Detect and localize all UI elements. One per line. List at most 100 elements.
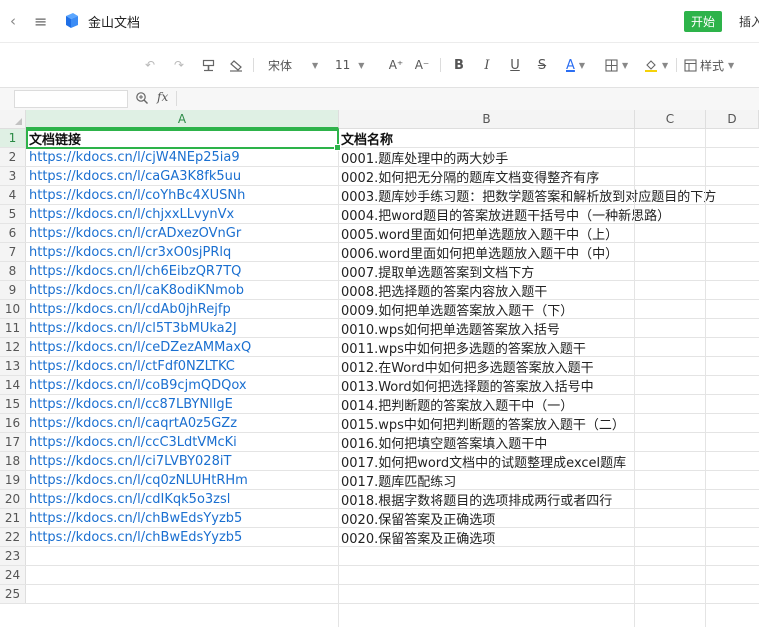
cell-link[interactable]: https://kdocs.cn/l/caqrtA0z5GZz	[26, 414, 338, 432]
cell-link[interactable]: https://kdocs.cn/l/cr3xO0sjPRlq	[26, 243, 338, 261]
clear-format-icon[interactable]	[228, 55, 244, 75]
cell-title[interactable]: 0012.在Word中如何把多选题答案放入题干	[338, 357, 594, 376]
row-number[interactable]: 23	[0, 547, 26, 565]
row-number[interactable]: 20	[0, 490, 26, 508]
style-button[interactable]: 样式 ▼	[684, 55, 734, 75]
cell-title[interactable]: 0017.如何把word文档中的试题整理成excel题库	[338, 452, 626, 471]
cell-title[interactable]: 0020.保留答案及正确选项	[338, 528, 495, 547]
cell-title[interactable]: 0006.word里面如何把单选题放入题干中（中）	[338, 243, 618, 262]
cell-link[interactable]	[26, 547, 338, 565]
row-number[interactable]: 9	[0, 281, 26, 299]
format-painter-icon[interactable]	[200, 55, 216, 75]
name-box[interactable]	[14, 90, 128, 108]
cell-link[interactable]: https://kdocs.cn/l/ch6EibzQR7TQ	[26, 262, 338, 280]
cell-link[interactable]: https://kdocs.cn/l/cjW4NEp25ia9	[26, 148, 338, 166]
row-number[interactable]: 22	[0, 528, 26, 546]
row-number[interactable]: 8	[0, 262, 26, 280]
cell-link[interactable]: https://kdocs.cn/l/cdAb0jhRejfp	[26, 300, 338, 318]
cell-title[interactable]: 0011.wps中如何把多选题的答案放入题干	[338, 338, 586, 357]
cell-link[interactable]	[26, 585, 338, 603]
decrease-font-button[interactable]: A⁻	[414, 55, 430, 75]
cell-title[interactable]: 0003.题库妙手练习题：把数学题答案和解析放到对应题目的下方	[338, 186, 716, 205]
tab-insert[interactable]: 插入	[739, 11, 759, 32]
row-number[interactable]: 13	[0, 357, 26, 375]
cell-title[interactable]: 0017.题库匹配练习	[338, 471, 456, 490]
zoom-icon[interactable]	[135, 91, 149, 108]
cell-link[interactable]: https://kdocs.cn/l/ceDZezAMMaxQ	[26, 338, 338, 356]
cell-title[interactable]: 0008.把选择题的答案内容放入题干	[338, 281, 547, 300]
underline-button[interactable]: U	[508, 55, 522, 75]
row-number[interactable]: 11	[0, 319, 26, 337]
border-button[interactable]: ▼	[605, 55, 628, 75]
cell-title[interactable]: 0001.题库处理中的两大妙手	[338, 148, 508, 167]
row-number[interactable]: 4	[0, 186, 26, 204]
row-number[interactable]: 5	[0, 205, 26, 223]
cell-link[interactable]: https://kdocs.cn/l/ccC3LdtVMcKi	[26, 433, 338, 451]
cell-title[interactable]: 0007.提取单选题答案到文档下方	[338, 262, 534, 281]
font-name-select[interactable]: 宋体 ▼	[268, 55, 318, 75]
header-cell-title[interactable]: 文档名称	[338, 129, 393, 148]
column-header-b[interactable]: B	[339, 110, 635, 129]
row-number[interactable]: 3	[0, 167, 26, 185]
tab-start[interactable]: 开始	[684, 11, 722, 32]
row-number[interactable]: 18	[0, 452, 26, 470]
cell-title[interactable]: 0010.wps如何把单选题答案放入括号	[338, 319, 560, 338]
column-header-a[interactable]: A	[26, 110, 339, 129]
cell-link[interactable]: https://kdocs.cn/l/chBwEdsYyzb5	[26, 528, 338, 546]
row-number[interactable]: 21	[0, 509, 26, 527]
font-size-select[interactable]: 11 ▼	[335, 55, 364, 75]
cell-link[interactable]: https://kdocs.cn/l/cl5T3bMUka2J	[26, 319, 338, 337]
spreadsheet-grid[interactable]: A B C D 1 文档链接 文档名称 2 https://kdocs.cn/l/cjW…	[0, 110, 759, 627]
cell-title[interactable]: 0005.word里面如何把单选题放入题干中（上）	[338, 224, 618, 243]
row-number[interactable]: 7	[0, 243, 26, 261]
row-number[interactable]: 1	[0, 129, 26, 147]
cell-link[interactable]: https://kdocs.cn/l/caK8odiKNmob	[26, 281, 338, 299]
cell-title[interactable]: 0018.根据字数将题目的选项排成两行或者四行	[338, 490, 612, 509]
row-number[interactable]: 17	[0, 433, 26, 451]
cell-title[interactable]: 0013.Word如何把选择题的答案放入括号中	[338, 376, 594, 395]
selected-cell-a1[interactable]	[26, 129, 341, 151]
cell-title[interactable]: 0016.如何把填空题答案填入题干中	[338, 433, 547, 452]
cell-link[interactable]: https://kdocs.cn/l/chBwEdsYyzb5	[26, 509, 338, 527]
cell-link[interactable]: https://kdocs.cn/l/cc87LBYNllgE	[26, 395, 338, 413]
fill-handle[interactable]	[334, 144, 341, 151]
increase-font-button[interactable]: A⁺	[388, 55, 404, 75]
cell-title[interactable]: 0004.把word题目的答案放进题干括号中（一种新思路）	[338, 205, 670, 224]
cell-link[interactable]: https://kdocs.cn/l/coB9cjmQDQox	[26, 376, 338, 394]
cell-title[interactable]: 0009.如何把单选题答案放入题干（下）	[338, 300, 573, 319]
row-number[interactable]: 25	[0, 585, 26, 603]
undo-icon[interactable]: ↶	[143, 55, 157, 75]
redo-icon[interactable]: ↷	[172, 55, 186, 75]
row-number[interactable]: 10	[0, 300, 26, 318]
cell-title[interactable]: 0015.wps中如何把判断题的答案放入题干（二）	[338, 414, 625, 433]
font-color-button[interactable]: A ▼	[566, 55, 585, 75]
cell-link[interactable]: https://kdocs.cn/l/ctFdf0NZLTKC	[26, 357, 338, 375]
cell-link[interactable]: https://kdocs.cn/l/ci7LVBY028iT	[26, 452, 338, 470]
cell-link[interactable]	[26, 566, 338, 584]
row-number[interactable]: 2	[0, 148, 26, 166]
fill-color-button[interactable]: ▼	[644, 55, 668, 75]
cell-link[interactable]: https://kdocs.cn/l/crADxezOVnGr	[26, 224, 338, 242]
column-header-c[interactable]: C	[635, 110, 706, 129]
row-number[interactable]: 6	[0, 224, 26, 242]
bold-button[interactable]: B	[452, 55, 466, 75]
row-number[interactable]: 12	[0, 338, 26, 356]
cell-link[interactable]: https://kdocs.cn/l/cq0zNLUHtRHm	[26, 471, 338, 489]
column-header-d[interactable]: D	[706, 110, 759, 129]
cell-link[interactable]: https://kdocs.cn/l/caGA3K8fk5uu	[26, 167, 338, 185]
row-number[interactable]: 16	[0, 414, 26, 432]
row-number[interactable]: 19	[0, 471, 26, 489]
cell-title[interactable]: 0020.保留答案及正确选项	[338, 509, 495, 528]
cell-link[interactable]: https://kdocs.cn/l/cdIKqk5o3zsl	[26, 490, 338, 508]
cell-link[interactable]: https://kdocs.cn/l/chjxxLLvynVx	[26, 205, 338, 223]
strikethrough-button[interactable]: S	[535, 55, 549, 75]
row-number[interactable]: 14	[0, 376, 26, 394]
cell-title[interactable]: 0002.如何把无分隔的题库文档变得整齐有序	[338, 167, 599, 186]
italic-button[interactable]: I	[480, 55, 494, 75]
cell-title[interactable]: 0014.把判断题的答案放入题干中（一）	[338, 395, 573, 414]
select-all-corner[interactable]	[0, 110, 26, 129]
menu-icon[interactable]: ≡	[34, 0, 47, 42]
row-number[interactable]: 24	[0, 566, 26, 584]
cell-link[interactable]: https://kdocs.cn/l/coYhBc4XUSNh	[26, 186, 338, 204]
back-icon[interactable]: ‹	[10, 0, 16, 42]
